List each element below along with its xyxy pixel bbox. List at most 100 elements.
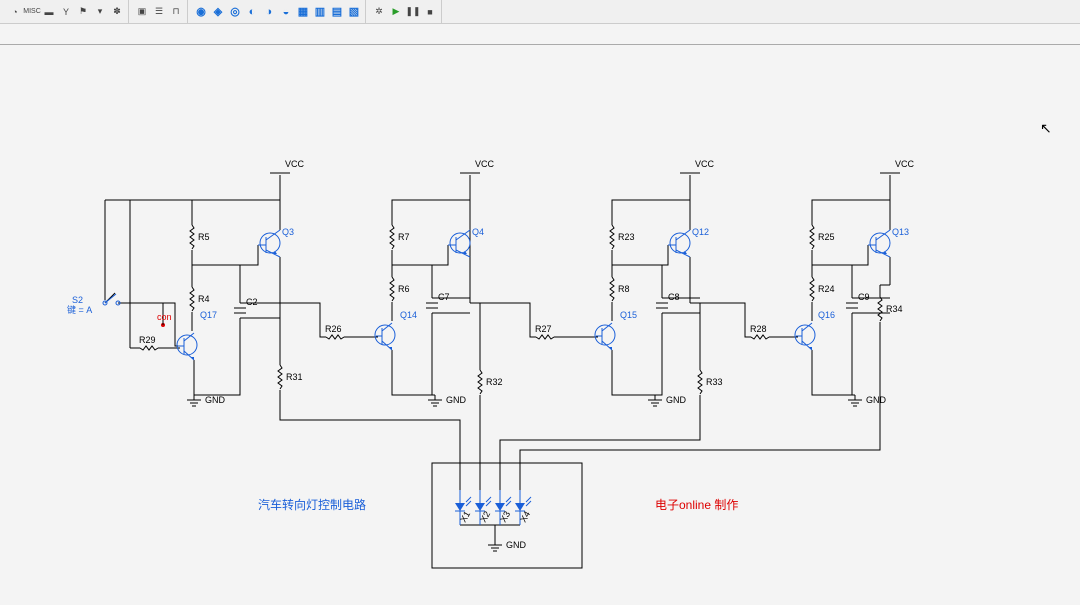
svg-text:C2: C2 bbox=[246, 297, 258, 307]
sim-icon-4[interactable]: ◐ bbox=[245, 5, 259, 19]
r8: R8 bbox=[610, 277, 630, 301]
c8: C8 bbox=[656, 292, 680, 308]
sim-icon-10[interactable]: ▧ bbox=[347, 5, 361, 19]
svg-text:GND: GND bbox=[866, 395, 887, 405]
vcc-4: VCC bbox=[880, 159, 915, 173]
gnd-nodes: GND GND GND GND GND bbox=[187, 395, 887, 551]
r25: R25 bbox=[810, 225, 835, 249]
svg-text:Q12: Q12 bbox=[692, 227, 709, 237]
svg-text:Q14: Q14 bbox=[400, 310, 417, 320]
pin-icon[interactable]: ⊓ bbox=[169, 5, 183, 19]
svg-text:R25: R25 bbox=[818, 232, 835, 242]
r29: R29 bbox=[139, 335, 158, 350]
sim-icon-7[interactable]: ▦ bbox=[296, 5, 310, 19]
sim-icon-5[interactable]: ◑ bbox=[262, 5, 276, 19]
sim-icon-3[interactable]: ◎ bbox=[228, 5, 242, 19]
gauge-icon[interactable]: ◔ bbox=[8, 5, 22, 19]
r24: R24 bbox=[810, 277, 835, 301]
svg-text:Q3: Q3 bbox=[282, 227, 294, 237]
q13: Q13 bbox=[868, 227, 909, 257]
vcc-2: VCC bbox=[460, 159, 495, 173]
comp2-icon[interactable]: ☰ bbox=[152, 5, 166, 19]
svg-text:VCC: VCC bbox=[285, 159, 305, 169]
flag-icon[interactable]: ⚑ bbox=[76, 5, 90, 19]
vcc-1: VCC bbox=[270, 159, 305, 173]
r34: R34 bbox=[878, 297, 903, 321]
svg-text:R31: R31 bbox=[286, 372, 303, 382]
svg-text:R23: R23 bbox=[618, 232, 635, 242]
svg-text:R26: R26 bbox=[325, 324, 342, 334]
toolbar: ◔ MISC ▬ Y ⚑ ▾ ✽ ▣ ☰ ⊓ ◉ ◈ ◎ ◐ ◑ ◒ ▦ ▥ ▤… bbox=[0, 0, 1080, 24]
bug-icon[interactable]: ✽ bbox=[110, 5, 124, 19]
schematic-canvas[interactable]: VCC VCC VCC VCC GND GND GND GND GND R5 R… bbox=[0, 45, 1080, 588]
sim-icon-6[interactable]: ◒ bbox=[279, 5, 293, 19]
tb-group-2: ▣ ☰ ⊓ bbox=[131, 0, 188, 23]
r27: R27 bbox=[535, 324, 554, 339]
q17: Q17 bbox=[177, 310, 217, 360]
q12: Q12 bbox=[668, 227, 709, 257]
svg-text:R34: R34 bbox=[886, 304, 903, 314]
svg-text:键 = A: 键 = A bbox=[67, 304, 92, 315]
q14: Q14 bbox=[375, 310, 417, 350]
r5: R5 bbox=[190, 225, 210, 249]
svg-text:GND: GND bbox=[506, 540, 527, 550]
q4: Q4 bbox=[448, 227, 484, 257]
svg-text:R8: R8 bbox=[618, 284, 630, 294]
r28: R28 bbox=[750, 324, 769, 339]
antenna-icon[interactable]: Y bbox=[59, 5, 73, 19]
stop-icon[interactable]: ■ bbox=[423, 5, 437, 19]
r32: R32 bbox=[478, 370, 503, 394]
sim-icon-8[interactable]: ▥ bbox=[313, 5, 327, 19]
svg-text:Q4: Q4 bbox=[472, 227, 484, 237]
svg-text:R6: R6 bbox=[398, 284, 410, 294]
led-1: X1 bbox=[455, 490, 472, 525]
gnd-3: GND bbox=[648, 395, 687, 406]
q15: Q15 bbox=[595, 310, 637, 350]
tb-group-4: ✲ ▶ ❚❚ ■ bbox=[368, 0, 442, 23]
tb-group-3: ◉ ◈ ◎ ◐ ◑ ◒ ▦ ▥ ▤ ▧ bbox=[190, 0, 366, 23]
r33: R33 bbox=[698, 370, 723, 394]
svg-text:Q16: Q16 bbox=[818, 310, 835, 320]
led-2: X2 bbox=[475, 490, 492, 525]
sim-icon-2[interactable]: ◈ bbox=[211, 5, 225, 19]
svg-text:R7: R7 bbox=[398, 232, 410, 242]
vcc-nodes: VCC VCC VCC VCC bbox=[270, 159, 915, 173]
svg-text:VCC: VCC bbox=[895, 159, 915, 169]
svg-text:C8: C8 bbox=[668, 292, 680, 302]
pause-icon[interactable]: ❚❚ bbox=[406, 5, 420, 19]
svg-text:R28: R28 bbox=[750, 324, 767, 334]
title-left: 汽车转向灯控制电路 bbox=[258, 497, 366, 512]
led-4: X4 bbox=[515, 490, 532, 525]
svg-text:GND: GND bbox=[205, 395, 226, 405]
misc-icon[interactable]: MISC bbox=[25, 5, 39, 19]
play-icon[interactable]: ▶ bbox=[389, 5, 403, 19]
svg-text:R32: R32 bbox=[486, 377, 503, 387]
cursor-icon: ↖ bbox=[1040, 120, 1052, 137]
vcc-3: VCC bbox=[680, 159, 715, 173]
svg-text:Q15: Q15 bbox=[620, 310, 637, 320]
svg-text:VCC: VCC bbox=[475, 159, 495, 169]
svg-text:R27: R27 bbox=[535, 324, 552, 334]
svg-text:R24: R24 bbox=[818, 284, 835, 294]
sim-icon-1[interactable]: ◉ bbox=[194, 5, 208, 19]
wires bbox=[105, 175, 890, 540]
svg-text:C7: C7 bbox=[438, 292, 450, 302]
comp1-icon[interactable]: ▣ bbox=[135, 5, 149, 19]
gnd-2: GND bbox=[428, 395, 467, 406]
sim-icon-9[interactable]: ▤ bbox=[330, 5, 344, 19]
rect-icon[interactable]: ▬ bbox=[42, 5, 56, 19]
schematic-svg: VCC VCC VCC VCC GND GND GND GND GND R5 R… bbox=[0, 45, 1080, 605]
svg-text:R4: R4 bbox=[198, 294, 210, 304]
c9: C9 bbox=[846, 292, 870, 308]
probe-icon[interactable]: ▾ bbox=[93, 5, 107, 19]
r23: R23 bbox=[610, 225, 635, 249]
r26: R26 bbox=[325, 324, 344, 339]
led-block: X1 X2 X3 X4 bbox=[432, 463, 582, 568]
svg-text:R33: R33 bbox=[706, 377, 723, 387]
r4: R4 bbox=[190, 287, 210, 311]
led-3: X3 bbox=[495, 490, 512, 525]
gear-icon[interactable]: ✲ bbox=[372, 5, 386, 19]
capacitors: C2 C7 C8 C9 bbox=[234, 292, 870, 313]
c2: C2 bbox=[234, 297, 258, 313]
q3: Q3 bbox=[258, 227, 294, 257]
